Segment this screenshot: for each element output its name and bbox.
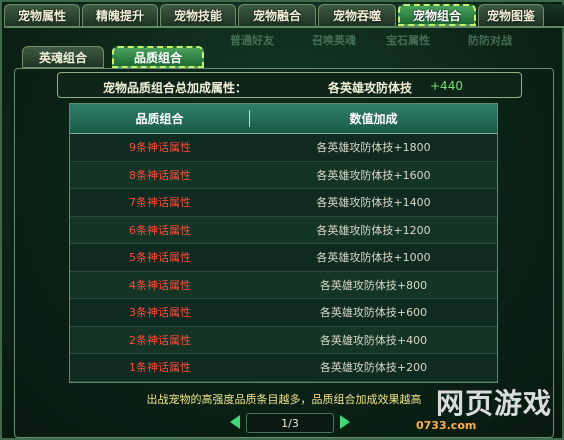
- tab-pet-devour[interactable]: 宠物吞噬: [318, 4, 396, 26]
- watermark-url: 0733.com: [416, 419, 477, 432]
- table-row: 8条神话属性 各英雄攻防体技+1600: [70, 161, 497, 189]
- row-value-bonus: 各英雄攻防体技+1000: [316, 251, 431, 265]
- summary-plus: +440: [430, 79, 463, 93]
- row-quality-combination: 9条神话属性: [129, 141, 191, 155]
- row-quality-combination: 5条神话属性: [129, 251, 191, 265]
- tab-pet-skills[interactable]: 宠物技能: [160, 4, 236, 26]
- summary-label: 宠物品质组合总加成属性：: [103, 81, 248, 95]
- ghost-label-4: 防防对战: [468, 34, 512, 47]
- quality-combination-table: 品质组合 数值加成 9条神话属性 各英雄攻防体技+1800 8条神话属性 各英雄攻防体…: [69, 103, 498, 383]
- pagination: 1/3: [230, 413, 350, 433]
- site-watermark: 网页游戏 0733.com: [416, 382, 556, 432]
- tab-pet-codex[interactable]: 宠物图鉴: [478, 4, 544, 26]
- header-quality-combination: 品质组合: [70, 110, 250, 127]
- ghost-label-1: 普通好友: [230, 34, 274, 47]
- row-value-bonus: 各英雄攻防体技+1800: [316, 141, 431, 155]
- row-value-bonus: 各英雄攻防体技+600: [319, 306, 428, 320]
- table-row: 9条神话属性 各英雄攻防体技+1800: [70, 134, 497, 162]
- table-row: 7条神话属性 各英雄攻防体技+1400: [70, 189, 497, 217]
- row-quality-combination: 6条神话属性: [129, 223, 191, 237]
- table-row: 6条神话属性 各英雄攻防体技+1200: [70, 216, 497, 244]
- summary-value: 各英雄攻防体技: [328, 81, 413, 95]
- header-value-bonus: 数值加成: [349, 112, 398, 126]
- pet-panel-window: 宠物属性 精魄提升 宠物技能 宠物融合 宠物吞噬 宠物组合 宠物图鉴 普通好友 …: [0, 0, 564, 440]
- row-quality-combination: 8条神话属性: [129, 168, 191, 182]
- row-quality-combination: 2条神话属性: [129, 333, 191, 347]
- ghost-label-3: 宝石属性: [386, 34, 430, 47]
- ghost-label-2: 召唤英魂: [312, 34, 356, 47]
- table-row: 4条神话属性 各英雄攻防体技+800: [70, 271, 497, 299]
- total-bonus-summary: 宠物品质组合总加成属性： 各英雄攻防体技 +440: [57, 72, 522, 98]
- table-row: 3条神话属性 各英雄攻防体技+600: [70, 299, 497, 327]
- row-quality-combination: 3条神话属性: [129, 306, 191, 320]
- table-row: 1条神话属性 各英雄攻防体技+200: [70, 354, 497, 382]
- row-quality-combination: 1条神话属性: [129, 361, 191, 375]
- row-value-bonus: 各英雄攻防体技+1600: [316, 168, 431, 182]
- page-indicator: 1/3: [246, 413, 334, 433]
- row-value-bonus: 各英雄攻防体技+1200: [316, 223, 431, 237]
- subtab-quality-combination[interactable]: 品质组合: [112, 46, 204, 68]
- table-header: 品质组合 数值加成: [70, 104, 497, 134]
- tab-spirit-upgrade[interactable]: 精魄提升: [82, 4, 158, 26]
- row-value-bonus: 各英雄攻防体技+800: [319, 278, 428, 292]
- prev-page-arrow-icon[interactable]: [230, 415, 240, 429]
- tab-pet-attributes[interactable]: 宠物属性: [4, 4, 80, 26]
- subtab-hero-soul-combination[interactable]: 英魂组合: [22, 46, 104, 68]
- table-row: 2条神话属性 各英雄攻防体技+400: [70, 326, 497, 354]
- row-value-bonus: 各英雄攻防体技+200: [319, 361, 428, 375]
- next-page-arrow-icon[interactable]: [340, 415, 350, 429]
- row-quality-combination: 7条神话属性: [129, 196, 191, 210]
- main-tab-bar: 宠物属性 精魄提升 宠物技能 宠物融合 宠物吞噬 宠物组合 宠物图鉴: [4, 4, 564, 28]
- row-quality-combination: 4条神话属性: [129, 278, 191, 292]
- tab-pet-fusion[interactable]: 宠物融合: [238, 4, 316, 26]
- table-row: 5条神话属性 各英雄攻防体技+1000: [70, 244, 497, 272]
- row-value-bonus: 各英雄攻防体技+1400: [316, 196, 431, 210]
- table-body: 9条神话属性 各英雄攻防体技+1800 8条神话属性 各英雄攻防体技+1600 7条神话…: [70, 134, 497, 382]
- row-value-bonus: 各英雄攻防体技+400: [319, 333, 428, 347]
- watermark-logo-text: 网页游戏: [435, 387, 552, 420]
- tab-pet-combination[interactable]: 宠物组合: [398, 4, 476, 26]
